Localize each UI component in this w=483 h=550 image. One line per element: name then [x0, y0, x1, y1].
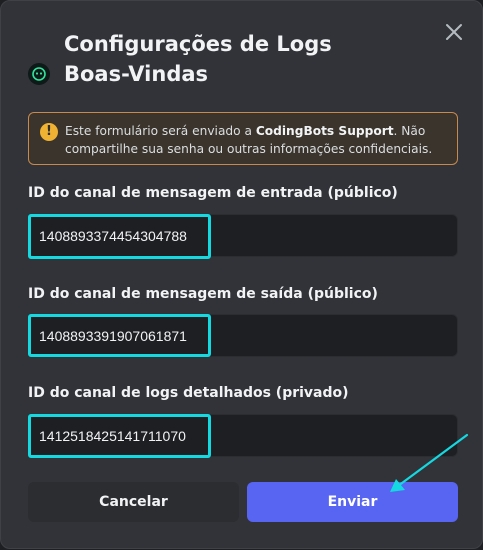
- notice-text-before: Este formulário será enviado a: [65, 124, 256, 138]
- warning-icon: !: [40, 123, 58, 141]
- logs-channel-field[interactable]: [28, 414, 458, 457]
- notice-text: Este formulário será enviado a CodingBot…: [65, 122, 455, 158]
- cancel-button[interactable]: Cancelar: [28, 482, 239, 522]
- logs-channel-input[interactable]: [29, 415, 457, 456]
- notice-text-bold: CodingBots Support: [255, 124, 394, 138]
- bot-avatar-icon: [28, 63, 50, 85]
- submit-button[interactable]: Enviar: [247, 482, 458, 522]
- field-label-logs-channel: ID do canal de logs detalhados (privado): [28, 385, 349, 401]
- modal-title: Configurações de Logs Boas-Vindas: [64, 32, 332, 86]
- exit-channel-field[interactable]: [28, 314, 458, 357]
- field-label-exit-channel: ID do canal de mensagem de saída (públic…: [28, 286, 378, 302]
- exit-channel-input[interactable]: [29, 315, 457, 356]
- modal-dialog: Configurações de Logs Boas-Vindas ! Este…: [0, 0, 483, 549]
- warning-notice: ! Este formulário será enviado a CodingB…: [28, 112, 458, 165]
- entry-channel-field[interactable]: [28, 214, 458, 257]
- close-icon[interactable]: [443, 21, 465, 43]
- field-label-entry-channel: ID do canal de mensagem de entrada (públ…: [28, 185, 398, 201]
- entry-channel-input[interactable]: [29, 215, 457, 256]
